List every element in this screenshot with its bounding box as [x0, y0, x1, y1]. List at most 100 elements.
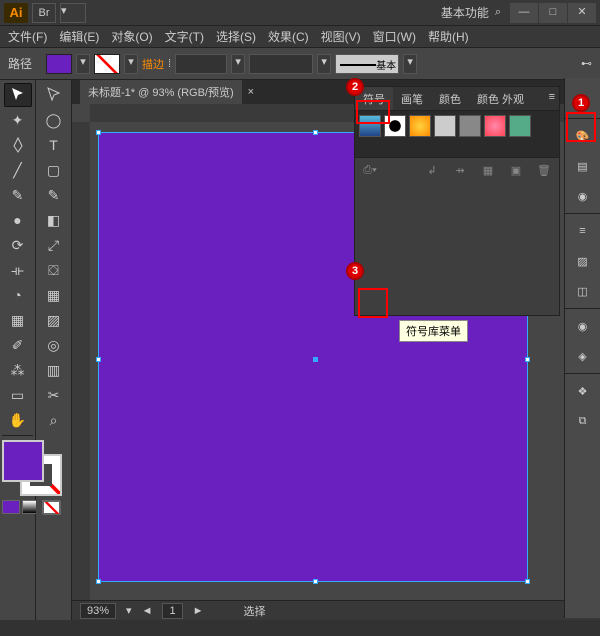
panel-menu-icon[interactable]: ≡ — [545, 87, 559, 110]
variable-width-input[interactable] — [249, 54, 313, 74]
new-symbol-icon[interactable]: ▣ — [507, 162, 525, 180]
zoom-level[interactable]: 93% — [80, 603, 116, 619]
brush-definition[interactable]: 基本 — [335, 54, 399, 74]
place-symbol-icon[interactable]: ↲ — [423, 162, 441, 180]
hand-tool[interactable]: ✋ — [4, 408, 32, 432]
color-guide-icon[interactable]: ◉ — [570, 183, 596, 209]
menu-type[interactable]: 文字(T) — [165, 28, 204, 45]
menu-bar: 文件(F) 编辑(E) 对象(O) 文字(T) 选择(S) 效果(C) 视图(V… — [0, 26, 600, 48]
gradient-tool[interactable]: ▨ — [40, 308, 68, 332]
pen-tool[interactable] — [4, 133, 32, 157]
paintbrush-tool[interactable]: ✎ — [4, 183, 32, 207]
column-graph-tool[interactable]: ▥ — [40, 358, 68, 382]
menu-view[interactable]: 视图(V) — [321, 28, 361, 45]
close-tab-icon[interactable]: × — [248, 86, 254, 98]
blob-brush-tool[interactable]: ● — [4, 208, 32, 232]
tab-color[interactable]: 颜色 — [431, 87, 469, 110]
search-icon[interactable]: ⌕ — [495, 6, 501, 19]
pencil-tool[interactable]: ✎ — [40, 183, 68, 207]
swatches-panel-icon[interactable]: ▤ — [570, 153, 596, 179]
annotation-3: 3 — [346, 262, 364, 280]
layers-panel-icon[interactable]: ❖ — [570, 378, 596, 404]
ruler-vertical — [72, 122, 90, 600]
symbol-gear[interactable] — [459, 115, 481, 137]
perspective-grid-tool[interactable]: ▦ — [40, 283, 68, 307]
fill-dropdown[interactable]: ▾ — [76, 54, 90, 74]
annotation-2: 2 — [346, 78, 364, 96]
stroke-panel-icon[interactable]: ≡ — [570, 218, 596, 244]
prev-artboard-icon[interactable]: ◄ — [142, 605, 153, 617]
zoom-dropdown-icon[interactable]: ▾ — [126, 604, 132, 617]
delete-symbol-icon[interactable]: 🗑 — [535, 162, 553, 180]
color-mode-none[interactable] — [42, 500, 60, 514]
menu-effect[interactable]: 效果(C) — [268, 28, 309, 45]
artboard-tool[interactable]: ▭ — [4, 383, 32, 407]
tab-brushes[interactable]: 画笔 — [393, 87, 431, 110]
scale-tool[interactable]: ⤢ — [40, 233, 68, 257]
variable-width-dropdown[interactable]: ▾ — [317, 54, 331, 74]
symbol-library-menu-icon[interactable]: ⎙▾ — [361, 162, 379, 180]
blend-tool[interactable]: ◎ — [40, 333, 68, 357]
symbol-sprayer-tool[interactable]: ⁂ — [4, 358, 32, 382]
menu-edit[interactable]: 编辑(E) — [59, 28, 99, 45]
selection-tool[interactable] — [4, 83, 32, 107]
close-button[interactable]: ✕ — [568, 3, 596, 23]
control-expand-icon[interactable]: ⊷ — [581, 57, 592, 70]
menu-window[interactable]: 窗口(W) — [373, 28, 416, 45]
fill-color-swatch[interactable] — [2, 440, 44, 482]
workspace-switcher[interactable]: 基本功能 — [441, 4, 489, 21]
document-tab[interactable]: 未标题-1* @ 93% (RGB/预览) — [80, 80, 242, 104]
gradient-panel-icon[interactable]: ▨ — [570, 248, 596, 274]
maximize-button[interactable]: □ — [539, 3, 567, 23]
menu-file[interactable]: 文件(F) — [8, 28, 47, 45]
minimize-button[interactable]: — — [510, 3, 538, 23]
free-transform-tool[interactable]: ⛋ — [40, 258, 68, 282]
shape-builder-tool[interactable]: ◔ — [4, 283, 32, 307]
stroke-weight-input[interactable] — [175, 54, 227, 74]
break-link-icon[interactable]: ⇸ — [451, 162, 469, 180]
type-tool[interactable]: T — [40, 133, 68, 157]
rectangle-tool[interactable]: ▢ — [40, 158, 68, 182]
symbol-flower[interactable] — [484, 115, 506, 137]
artboard-number[interactable]: 1 — [162, 603, 182, 619]
transparency-panel-icon[interactable]: ◫ — [570, 278, 596, 304]
slice-tool[interactable]: ✂ — [40, 383, 68, 407]
graphic-styles-icon[interactable]: ◈ — [570, 343, 596, 369]
line-segment-tool[interactable]: ╱ — [4, 158, 32, 182]
menu-help[interactable]: 帮助(H) — [428, 28, 469, 45]
status-bar: 93% ▾ ◄ 1 ► 选择 — [72, 600, 600, 620]
appearance-panel-icon[interactable]: ◉ — [570, 313, 596, 339]
color-picker[interactable] — [2, 440, 62, 496]
brush-dropdown[interactable]: ▾ — [403, 54, 417, 74]
lasso-tool[interactable]: ◯ — [40, 108, 68, 132]
tab-appearance[interactable]: 颜色 外观 — [469, 87, 532, 110]
symbol-sun[interactable] — [409, 115, 431, 137]
fill-swatch[interactable] — [46, 54, 72, 74]
eraser-tool[interactable]: ◧ — [40, 208, 68, 232]
next-artboard-icon[interactable]: ► — [193, 605, 204, 617]
chevron-down-icon: ▾ — [61, 5, 67, 17]
eyedropper-tool[interactable]: ✐ — [4, 333, 32, 357]
selection-type-label: 路径 — [8, 55, 32, 72]
menu-select[interactable]: 选择(S) — [216, 28, 256, 45]
stroke-dropdown[interactable]: ▾ — [124, 54, 138, 74]
annotation-box-2 — [356, 100, 390, 124]
mesh-tool[interactable]: ▦ — [4, 308, 32, 332]
direct-selection-tool[interactable] — [40, 83, 68, 107]
stroke-weight-dropdown[interactable]: ▾ — [231, 54, 245, 74]
arrange-dropdown[interactable]: ▾ — [60, 3, 86, 23]
menu-object[interactable]: 对象(O) — [111, 28, 152, 45]
stroke-weight-link-icon[interactable]: ⁞ — [168, 58, 171, 70]
width-tool[interactable]: ⟛ — [4, 258, 32, 282]
zoom-tool[interactable]: ⌕ — [40, 408, 68, 432]
artboards-panel-icon[interactable]: ⧉ — [570, 408, 596, 434]
bridge-button[interactable]: Br — [32, 3, 56, 23]
symbol-cube[interactable] — [509, 115, 531, 137]
annotation-box-3 — [358, 288, 388, 318]
symbol-options-icon[interactable]: ▦ — [479, 162, 497, 180]
magic-wand-tool[interactable]: ✦ — [4, 108, 32, 132]
stroke-swatch[interactable] — [94, 54, 120, 74]
color-mode-solid[interactable] — [2, 500, 20, 514]
symbol-star[interactable] — [434, 115, 456, 137]
rotate-tool[interactable]: ⟳ — [4, 233, 32, 257]
